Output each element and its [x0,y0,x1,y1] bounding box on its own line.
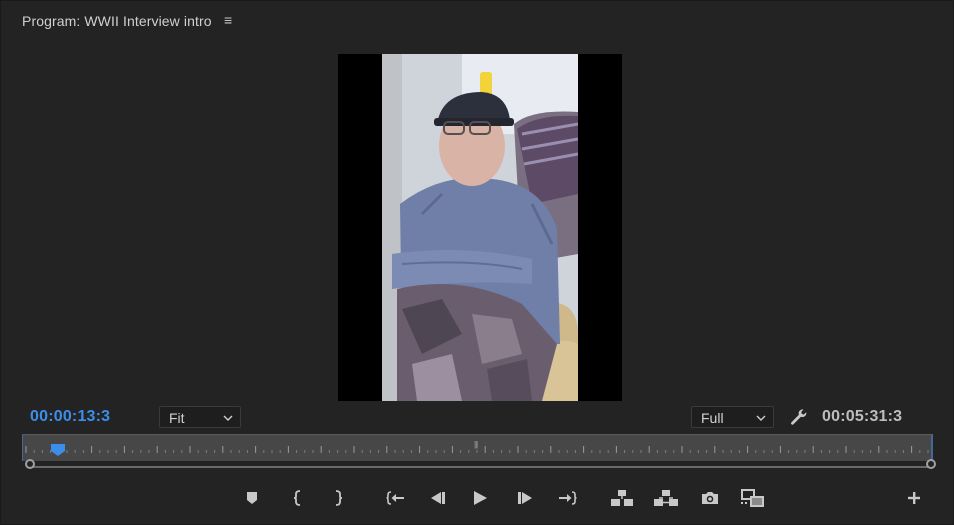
step-back-icon [431,492,445,504]
export-frame-button[interactable] [697,485,723,511]
chevron-down-icon [223,415,233,421]
playback-resolution-dropdown[interactable]: Full [691,406,774,428]
play-button[interactable] [467,485,493,511]
mark-in-icon [293,490,301,506]
panel-tab-bar: Program: WWII Interview intro ≡ [1,1,954,39]
video-frame-image [382,54,578,401]
zoom-level-value: Fit [169,410,185,426]
button-editor-button[interactable] [901,485,927,511]
playhead-timecode[interactable]: 00:00:13:3 [30,408,110,426]
plus-icon [908,492,920,504]
program-monitor-panel: Program: WWII Interview intro ≡ 00:00:13… [0,0,954,525]
step-back-button[interactable] [425,485,451,511]
video-preview [338,54,622,401]
comparison-view-icon [741,489,764,507]
panel-title[interactable]: Program: WWII Interview intro [22,13,212,29]
marker-icon [247,492,257,504]
scrollbar-right-handle[interactable] [926,459,936,469]
mark-in-button[interactable] [285,485,311,511]
ruler-center-mark: ||| [474,440,478,449]
go-to-out-button[interactable] [555,485,581,511]
chevron-down-icon [756,415,766,421]
playback-resolution-value: Full [701,410,724,426]
step-forward-button[interactable] [512,485,538,511]
play-icon [474,491,487,505]
extract-button[interactable] [653,485,679,511]
lift-icon [611,490,633,506]
go-to-in-button[interactable] [382,485,408,511]
camera-icon [702,492,718,504]
ruler-ticks [22,435,933,461]
video-frame-illustration [382,54,578,401]
go-to-in-icon [386,491,404,505]
lift-button[interactable] [609,485,635,511]
zoom-scrollbar[interactable] [30,465,931,469]
mark-out-icon [335,490,343,506]
time-ruler[interactable]: ||| [22,434,933,461]
step-forward-icon [518,492,532,504]
extract-icon [654,490,678,506]
playhead-marker[interactable] [51,444,66,456]
mark-out-button[interactable] [325,485,351,511]
wrench-icon[interactable] [789,407,809,427]
zoom-level-dropdown[interactable]: Fit [159,406,241,428]
duration-timecode: 00:05:31:3 [822,408,903,425]
scrollbar-left-handle[interactable] [25,459,35,469]
transport-controls [1,485,954,511]
go-to-out-icon [559,491,577,505]
comparison-view-button[interactable] [740,485,766,511]
add-marker-button[interactable] [239,485,265,511]
hamburger-menu-icon[interactable]: ≡ [224,12,232,28]
